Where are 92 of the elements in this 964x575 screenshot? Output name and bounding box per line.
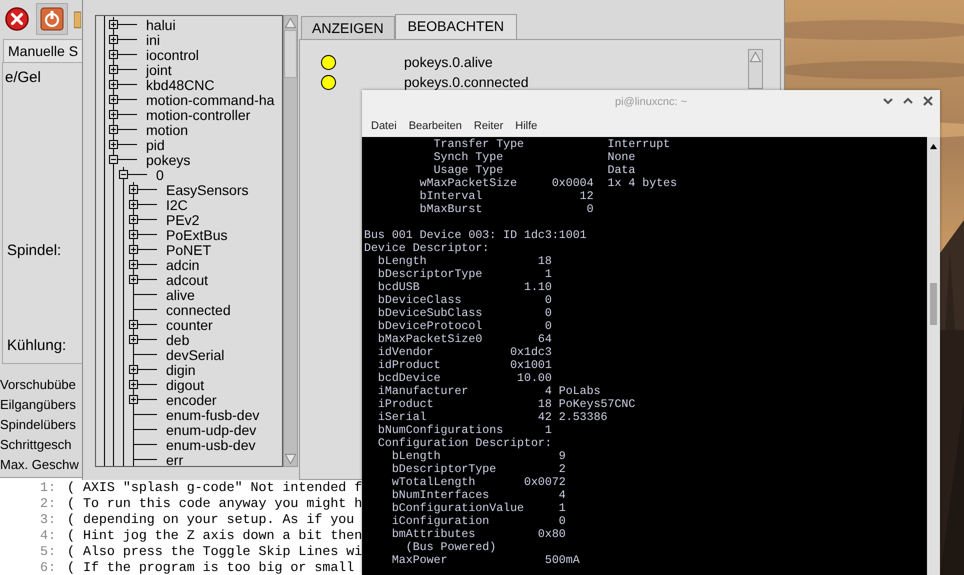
control-label: e/Gel: [5, 68, 42, 86]
override-label: Eilgangübers: [0, 396, 77, 414]
tree-item[interactable]: encoder: [166, 392, 217, 408]
tree-item[interactable]: enum-fusb-dev: [166, 406, 260, 422]
terminal-line: iManufacturer 4 PoLabs: [376, 385, 602, 398]
terminal-line: bcdUSB 1.10: [376, 281, 553, 294]
terminal-line: Device Descriptor:: [364, 242, 490, 255]
tab[interactable]: BEOBACHTEN: [394, 14, 518, 39]
tree-item[interactable]: motion-controller: [146, 106, 250, 122]
terminal-line: iSerial 42 2.53386: [376, 411, 609, 424]
override-label: Spindelübers: [0, 416, 77, 434]
tree-item[interactable]: counter: [166, 316, 213, 332]
manual-tab[interactable]: Manuelle S: [3, 38, 82, 62]
pin-name: pokeys.0.alive: [404, 54, 493, 70]
terminal-line: idProduct 0x1001: [376, 359, 553, 372]
line-number: 6:: [39, 560, 56, 574]
control-label: Kühlung:: [7, 336, 68, 354]
terminal-line: bLength 9: [390, 450, 567, 463]
tree-item[interactable]: adcout: [166, 272, 208, 288]
terminal-line: bMaxPacketSize0 64: [376, 333, 553, 346]
tab[interactable]: ANZEIGEN: [301, 16, 395, 39]
tree-item[interactable]: enum-usb-dev: [166, 436, 256, 452]
line-number: 4:: [39, 528, 56, 542]
control-label: Spindel:: [7, 242, 62, 259]
override-label: Max. Geschw: [0, 456, 80, 474]
pin-name: pokeys.0.connected: [404, 74, 529, 90]
code-line: ( To run this code anyway you might h: [67, 496, 362, 510]
tree-item[interactable]: ini: [146, 32, 160, 48]
terminal-line: bDeviceSubClass 0: [376, 307, 553, 320]
line-number: 5:: [39, 544, 56, 558]
menu-item[interactable]: Hilfe: [509, 120, 544, 132]
tree-item[interactable]: digin: [166, 362, 196, 378]
terminal-line: bDescriptorType 1: [376, 268, 553, 281]
terminal-line: bNumConfigurations 1: [376, 424, 553, 437]
tree-item[interactable]: err: [166, 452, 184, 466]
tree-item[interactable]: alive: [166, 286, 195, 302]
tree-item[interactable]: adcin: [166, 256, 200, 272]
terminal-line: bNumInterfaces 4: [390, 489, 567, 502]
code-line: ( If the program is too big or small: [67, 560, 354, 574]
tree-item[interactable]: pokeys: [146, 152, 190, 168]
terminal-line: Synch Type None: [432, 151, 636, 164]
line-number: 1:: [39, 480, 56, 494]
code-line: ( depending on your setup. As if you: [67, 512, 354, 526]
terminal-line: Configuration Descriptor:: [376, 437, 553, 450]
terminal-line: bConfigurationValue 1: [390, 502, 567, 515]
terminal-line: bInterval 12: [418, 190, 595, 203]
terminal-line: Usage Type Data: [432, 164, 636, 177]
tree-item[interactable]: PoNET: [166, 242, 212, 258]
terminal-line: Transfer Type Interrupt: [432, 138, 672, 151]
tree-item[interactable]: PEv2: [166, 212, 200, 228]
tree-item[interactable]: halui: [146, 16, 176, 32]
terminal-line: bLength 18: [376, 255, 553, 268]
tree-item[interactable]: devSerial: [166, 346, 224, 362]
terminal-line: MaxPower 500mA: [390, 554, 581, 567]
tree-item[interactable]: motion-command-ha: [146, 92, 274, 108]
terminal-line: (Bus Powered): [404, 541, 498, 554]
tree-item[interactable]: digout: [166, 376, 204, 392]
tree-item[interactable]: motion: [146, 122, 188, 138]
tree-item[interactable]: joint: [146, 62, 172, 78]
terminal-line: wTotalLength 0x0072: [390, 476, 567, 489]
tree-item[interactable]: kbd48CNC: [146, 76, 214, 92]
line-number: 2:: [39, 496, 56, 510]
tree-item[interactable]: 0: [156, 166, 164, 182]
terminal-line: bDeviceProtocol 0: [376, 320, 553, 333]
tree-item[interactable]: iocontrol: [146, 46, 199, 62]
terminal-line: bcdDevice 10.00: [376, 372, 553, 385]
terminal-line: bDeviceClass 0: [376, 294, 553, 307]
tree-item[interactable]: pid: [146, 136, 165, 152]
terminal-line: bmAttributes 0x80: [390, 528, 567, 541]
terminal-line: iConfiguration 0: [390, 515, 567, 528]
terminal-line: idVendor 0x1dc3: [376, 346, 553, 359]
override-label: Schrittgesch: [0, 436, 73, 454]
terminal-line: Bus 001 Device 003: ID 1dc3:1001: [364, 229, 588, 242]
code-line: ( AXIS "splash g-code" Not intended f: [67, 480, 362, 494]
terminal-line: iProduct 18 PoKeys57CNC: [376, 398, 636, 411]
tree-item[interactable]: enum-udp-dev: [166, 422, 256, 438]
tree-item[interactable]: connected: [166, 302, 231, 318]
terminal-line: wMaxPacketSize 0x0004 1x 4 bytes: [418, 177, 678, 190]
terminal-line: bMaxBurst 0: [418, 203, 595, 216]
tree-item[interactable]: I2C: [166, 196, 188, 212]
window-title: pi@linuxcnc: ~: [614, 96, 687, 108]
menu-item[interactable]: Reiter: [468, 120, 510, 132]
override-label: Vorschubübe: [0, 376, 77, 394]
tree-item[interactable]: PoExtBus: [166, 226, 228, 242]
menu-item[interactable]: Datei: [365, 120, 403, 132]
tree-item[interactable]: deb: [166, 332, 190, 348]
code-line: ( Also press the Toggle Skip Lines wi: [67, 544, 362, 558]
menu-item[interactable]: Bearbeiten: [402, 120, 468, 132]
code-line: ( Hint jog the Z axis down a bit then: [67, 528, 362, 542]
tree-item[interactable]: EasySensors: [166, 182, 248, 198]
line-number: 3:: [39, 512, 56, 526]
terminal-line: bDescriptorType 2: [390, 463, 567, 476]
